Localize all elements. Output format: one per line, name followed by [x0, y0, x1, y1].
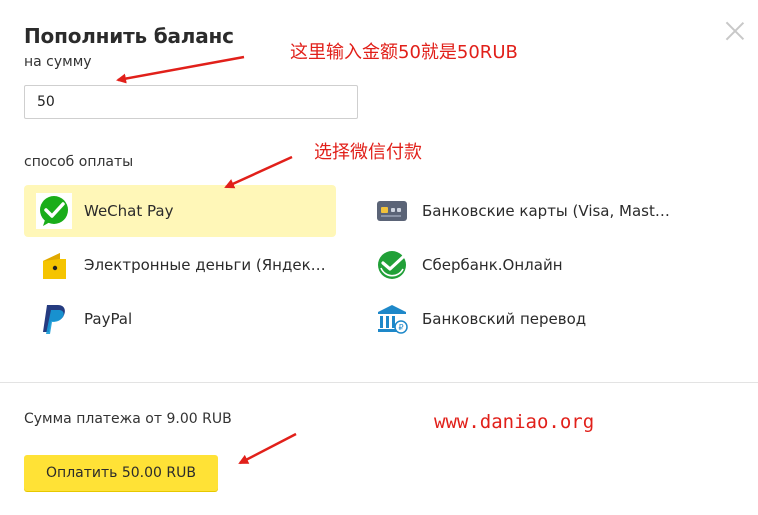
arrow-to-amount [116, 55, 245, 84]
annotation-arrows [116, 55, 297, 465]
arrow-to-pay [238, 432, 297, 465]
arrow-to-wechat [224, 155, 293, 189]
